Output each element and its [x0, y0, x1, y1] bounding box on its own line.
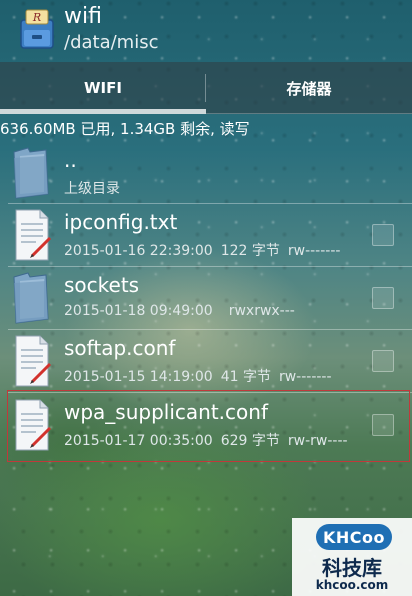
item-name: ipconfig.txt [64, 210, 178, 234]
root-explorer-app-icon[interactable]: R [18, 8, 56, 50]
select-checkbox[interactable] [372, 224, 394, 246]
list-item-softap[interactable]: softap.conf 2015-01-15 14:19:00 41 字节 rw--… [0, 330, 412, 392]
select-checkbox[interactable] [372, 350, 394, 372]
tab-wifi[interactable]: WIFI [0, 62, 206, 114]
item-name: .. [64, 148, 77, 172]
item-name: sockets [64, 273, 140, 297]
item-meta: 2015-01-15 14:19:00 41 字节 rw------- [64, 369, 332, 385]
list-item-parent[interactable]: .. 上级目录 [0, 142, 412, 204]
current-path: /data/misc [64, 32, 159, 53]
title-bar: R wifi /data/misc [0, 0, 412, 62]
text-file-icon [15, 335, 52, 387]
select-checkbox[interactable] [372, 287, 394, 309]
watermark-logo: KHCoo [316, 524, 392, 550]
list-item-ipconfig[interactable]: ipconfig.txt 2015-01-16 22:39:00 122 字节 rw… [0, 204, 412, 266]
folder-icon [13, 272, 49, 324]
item-meta: 2015-01-18 09:49:00 rwxrwx--- [64, 303, 295, 319]
tab-selected-indicator [0, 109, 206, 114]
item-name: softap.conf [64, 336, 176, 360]
khcoo-watermark: KHCoo 科技库 khcoo.com [292, 518, 412, 596]
svg-text:R: R [32, 11, 41, 24]
tab-bar: WIFI 存储器 [0, 62, 412, 114]
item-meta: 2015-01-16 22:39:00 122 字节 rw------- [64, 243, 341, 259]
folder-title: wifi [64, 4, 102, 29]
text-file-icon [15, 209, 52, 261]
item-subtitle: 上级目录 [64, 181, 120, 197]
watermark-cn: 科技库 [322, 556, 382, 580]
highlight-box [7, 390, 410, 462]
watermark-url: khcoo.com [315, 578, 389, 592]
tab-storage[interactable]: 存储器 [206, 62, 412, 114]
storage-info: 636.60MB 已用, 1.34GB 剩余, 读写 [0, 120, 250, 138]
folder-icon [13, 147, 49, 199]
list-item-sockets[interactable]: sockets 2015-01-18 09:49:00 rwxrwx--- [0, 267, 412, 329]
